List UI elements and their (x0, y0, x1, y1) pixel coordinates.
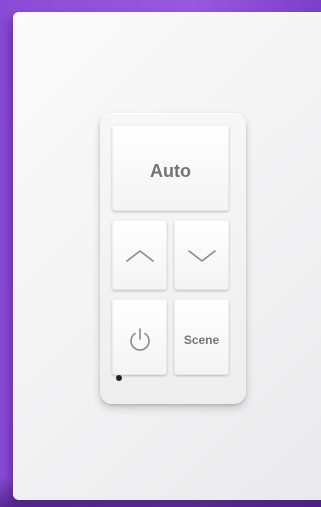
scene-button[interactable]: Scene (174, 299, 229, 375)
power-button[interactable] (112, 299, 167, 375)
power-icon (126, 326, 154, 354)
chevron-down-icon (187, 247, 217, 263)
status-led (116, 375, 122, 381)
keypad: Auto Scene (100, 113, 246, 404)
chevron-up-icon (125, 247, 155, 263)
up-button[interactable] (112, 220, 167, 290)
down-button[interactable] (174, 220, 229, 290)
scene-button-label: Scene (183, 333, 220, 347)
auto-button[interactable]: Auto (112, 125, 229, 211)
auto-button-label: Auto (150, 161, 191, 181)
